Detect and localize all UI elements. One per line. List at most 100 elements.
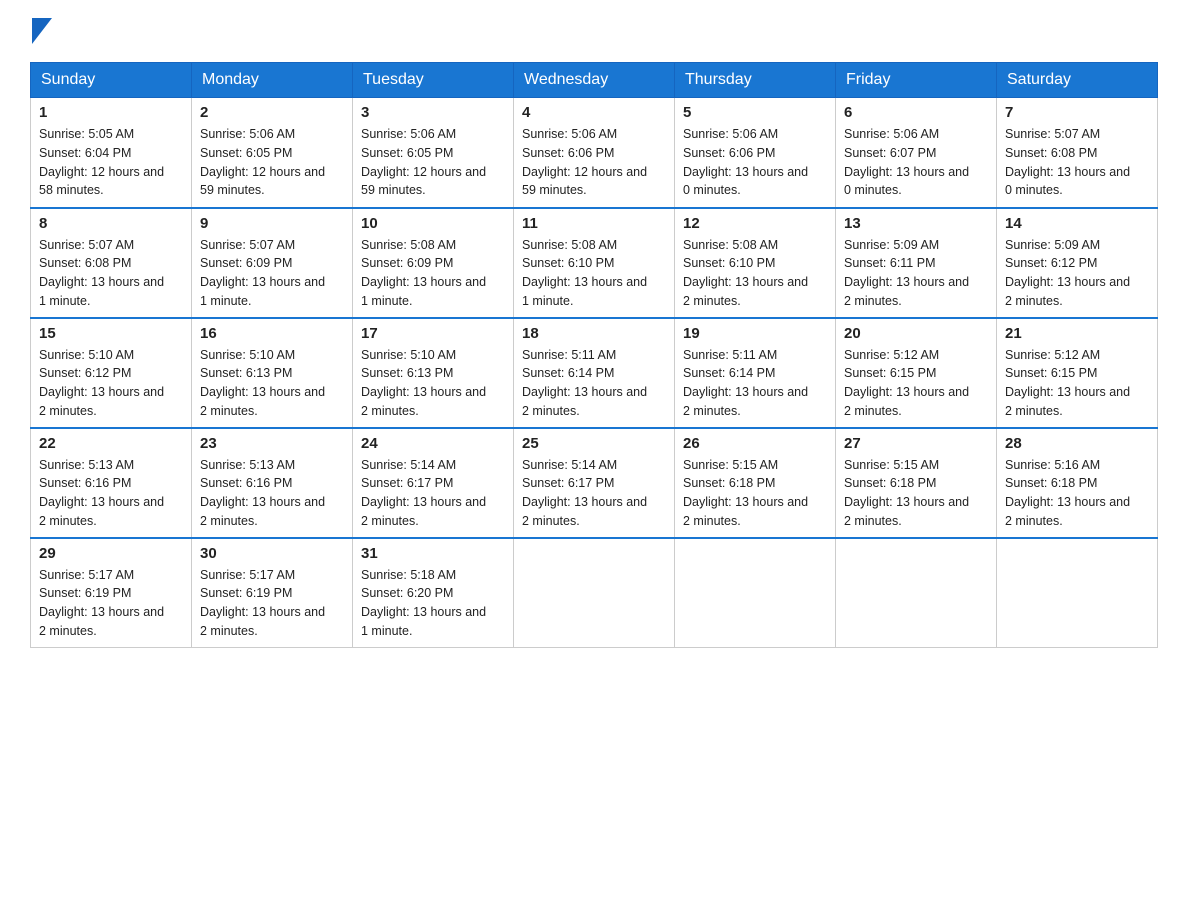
calendar-cell [514,538,675,648]
day-number: 19 [683,325,827,342]
day-info: Sunrise: 5:06 AMSunset: 6:05 PMDaylight:… [361,125,505,200]
header [30,20,1158,44]
day-info: Sunrise: 5:15 AMSunset: 6:18 PMDaylight:… [844,456,988,531]
logo [30,20,52,44]
calendar-cell: 14 Sunrise: 5:09 AMSunset: 6:12 PMDayligh… [997,208,1158,318]
day-info: Sunrise: 5:15 AMSunset: 6:18 PMDaylight:… [683,456,827,531]
day-number: 22 [39,435,183,452]
calendar-cell: 7 Sunrise: 5:07 AMSunset: 6:08 PMDaylight… [997,98,1158,208]
day-info: Sunrise: 5:17 AMSunset: 6:19 PMDaylight:… [39,566,183,641]
day-info: Sunrise: 5:13 AMSunset: 6:16 PMDaylight:… [39,456,183,531]
day-info: Sunrise: 5:12 AMSunset: 6:15 PMDaylight:… [844,346,988,421]
day-info: Sunrise: 5:09 AMSunset: 6:12 PMDaylight:… [1005,236,1149,311]
day-number: 5 [683,104,827,121]
calendar-cell: 19 Sunrise: 5:11 AMSunset: 6:14 PMDayligh… [675,318,836,428]
calendar-cell: 2 Sunrise: 5:06 AMSunset: 6:05 PMDaylight… [192,98,353,208]
day-number: 29 [39,545,183,562]
day-number: 3 [361,104,505,121]
calendar-week-row: 29 Sunrise: 5:17 AMSunset: 6:19 PMDayligh… [31,538,1158,648]
day-info: Sunrise: 5:05 AMSunset: 6:04 PMDaylight:… [39,125,183,200]
day-number: 25 [522,435,666,452]
calendar-cell: 1 Sunrise: 5:05 AMSunset: 6:04 PMDaylight… [31,98,192,208]
calendar-cell: 18Sunrise: 5:11 AMSunset: 6:14 PMDayligh… [514,318,675,428]
calendar-cell: 8 Sunrise: 5:07 AMSunset: 6:08 PMDaylight… [31,208,192,318]
calendar-cell: 9 Sunrise: 5:07 AMSunset: 6:09 PMDaylight… [192,208,353,318]
calendar-cell [997,538,1158,648]
day-info: Sunrise: 5:10 AMSunset: 6:12 PMDaylight:… [39,346,183,421]
day-info: Sunrise: 5:18 AMSunset: 6:20 PMDaylight:… [361,566,505,641]
day-info: Sunrise: 5:08 AMSunset: 6:09 PMDaylight:… [361,236,505,311]
calendar-cell: 5 Sunrise: 5:06 AMSunset: 6:06 PMDaylight… [675,98,836,208]
calendar-cell: 26 Sunrise: 5:15 AMSunset: 6:18 PMDayligh… [675,428,836,538]
day-info: Sunrise: 5:06 AMSunset: 6:05 PMDaylight:… [200,125,344,200]
calendar-cell: 29 Sunrise: 5:17 AMSunset: 6:19 PMDayligh… [31,538,192,648]
day-info: Sunrise: 5:16 AMSunset: 6:18 PMDaylight:… [1005,456,1149,531]
day-number: 31 [361,545,505,562]
day-info: Sunrise: 5:17 AMSunset: 6:19 PMDaylight:… [200,566,344,641]
day-info: Sunrise: 5:07 AMSunset: 6:09 PMDaylight:… [200,236,344,311]
day-number: 26 [683,435,827,452]
day-info: Sunrise: 5:06 AMSunset: 6:06 PMDaylight:… [522,125,666,200]
calendar-cell: 10 Sunrise: 5:08 AMSunset: 6:09 PMDayligh… [353,208,514,318]
day-info: Sunrise: 5:12 AMSunset: 6:15 PMDaylight:… [1005,346,1149,421]
day-number: 30 [200,545,344,562]
calendar-week-row: 1 Sunrise: 5:05 AMSunset: 6:04 PMDaylight… [31,98,1158,208]
calendar-cell: 21 Sunrise: 5:12 AMSunset: 6:15 PMDayligh… [997,318,1158,428]
day-info: Sunrise: 5:07 AMSunset: 6:08 PMDaylight:… [39,236,183,311]
calendar-cell: 31 Sunrise: 5:18 AMSunset: 6:20 PMDayligh… [353,538,514,648]
calendar-cell: 6 Sunrise: 5:06 AMSunset: 6:07 PMDaylight… [836,98,997,208]
day-number: 11 [522,215,666,232]
calendar-table: SundayMondayTuesdayWednesdayThursdayFrid… [30,62,1158,648]
day-number: 2 [200,104,344,121]
header-day-saturday: Saturday [997,63,1158,98]
calendar-cell: 22 Sunrise: 5:13 AMSunset: 6:16 PMDayligh… [31,428,192,538]
day-number: 12 [683,215,827,232]
day-number: 20 [844,325,988,342]
day-info: Sunrise: 5:11 AMSunset: 6:14 PMDaylight:… [683,346,827,421]
day-number: 13 [844,215,988,232]
day-number: 21 [1005,325,1149,342]
day-number: 17 [361,325,505,342]
day-number: 16 [200,325,344,342]
day-info: Sunrise: 5:09 AMSunset: 6:11 PMDaylight:… [844,236,988,311]
calendar-cell: 3 Sunrise: 5:06 AMSunset: 6:05 PMDaylight… [353,98,514,208]
day-number: 14 [1005,215,1149,232]
header-day-sunday: Sunday [31,63,192,98]
day-number: 15 [39,325,183,342]
day-info: Sunrise: 5:06 AMSunset: 6:07 PMDaylight:… [844,125,988,200]
calendar-cell: 20 Sunrise: 5:12 AMSunset: 6:15 PMDayligh… [836,318,997,428]
day-number: 6 [844,104,988,121]
day-number: 8 [39,215,183,232]
day-info: Sunrise: 5:07 AMSunset: 6:08 PMDaylight:… [1005,125,1149,200]
day-info: Sunrise: 5:11 AMSunset: 6:14 PMDaylight:… [522,346,666,421]
day-info: Sunrise: 5:08 AMSunset: 6:10 PMDaylight:… [683,236,827,311]
day-number: 10 [361,215,505,232]
calendar-cell: 12 Sunrise: 5:08 AMSunset: 6:10 PMDayligh… [675,208,836,318]
day-number: 24 [361,435,505,452]
calendar-cell: 15 Sunrise: 5:10 AMSunset: 6:12 PMDayligh… [31,318,192,428]
header-day-thursday: Thursday [675,63,836,98]
day-number: 23 [200,435,344,452]
day-number: 28 [1005,435,1149,452]
day-number: 7 [1005,104,1149,121]
logo-triangle-icon [32,18,52,44]
day-info: Sunrise: 5:08 AMSunset: 6:10 PMDaylight:… [522,236,666,311]
calendar-week-row: 22 Sunrise: 5:13 AMSunset: 6:16 PMDayligh… [31,428,1158,538]
calendar-week-row: 8 Sunrise: 5:07 AMSunset: 6:08 PMDaylight… [31,208,1158,318]
day-info: Sunrise: 5:14 AMSunset: 6:17 PMDaylight:… [522,456,666,531]
day-info: Sunrise: 5:10 AMSunset: 6:13 PMDaylight:… [200,346,344,421]
day-number: 1 [39,104,183,121]
calendar-header-row: SundayMondayTuesdayWednesdayThursdayFrid… [31,63,1158,98]
calendar-cell: 28 Sunrise: 5:16 AMSunset: 6:18 PMDayligh… [997,428,1158,538]
day-info: Sunrise: 5:13 AMSunset: 6:16 PMDaylight:… [200,456,344,531]
day-info: Sunrise: 5:06 AMSunset: 6:06 PMDaylight:… [683,125,827,200]
calendar-cell: 27Sunrise: 5:15 AMSunset: 6:18 PMDayligh… [836,428,997,538]
day-info: Sunrise: 5:10 AMSunset: 6:13 PMDaylight:… [361,346,505,421]
calendar-cell: 16 Sunrise: 5:10 AMSunset: 6:13 PMDayligh… [192,318,353,428]
calendar-cell [836,538,997,648]
calendar-cell [675,538,836,648]
header-day-wednesday: Wednesday [514,63,675,98]
day-number: 9 [200,215,344,232]
day-info: Sunrise: 5:14 AMSunset: 6:17 PMDaylight:… [361,456,505,531]
calendar-cell: 24 Sunrise: 5:14 AMSunset: 6:17 PMDayligh… [353,428,514,538]
